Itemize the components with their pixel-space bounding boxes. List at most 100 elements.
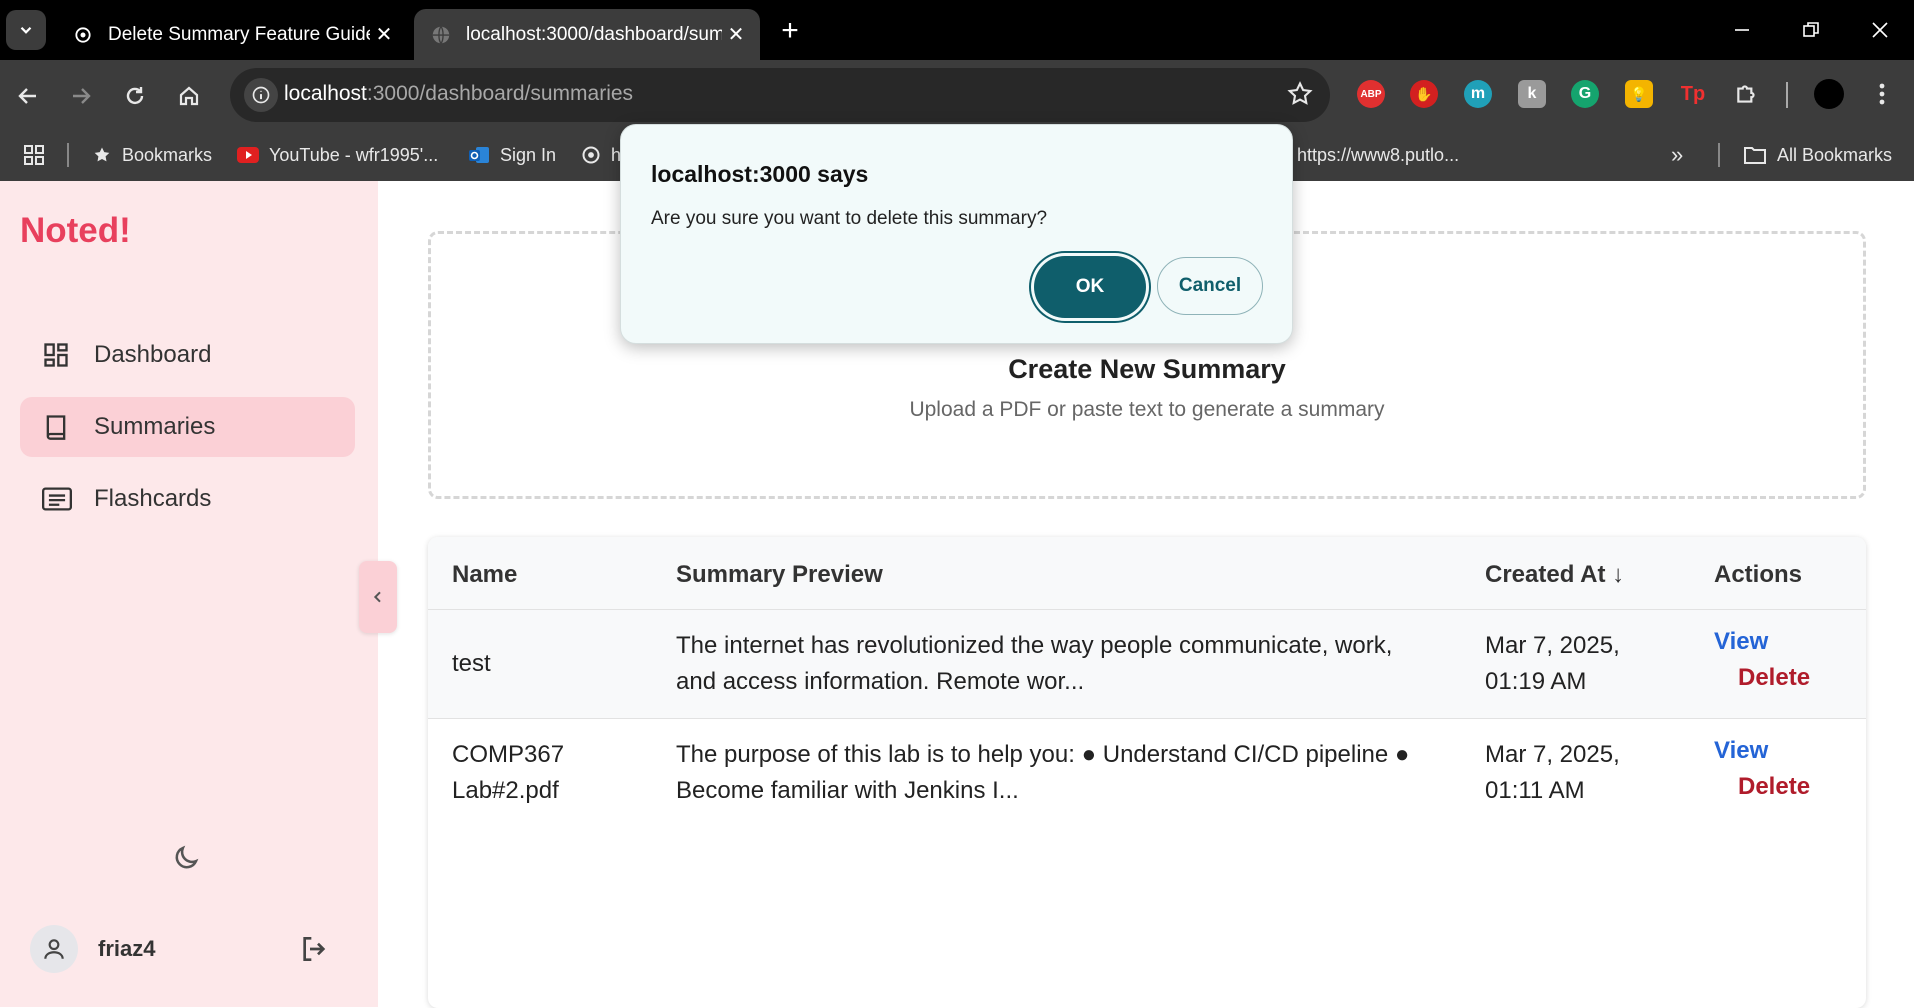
forward-button[interactable] — [63, 78, 99, 114]
sidebar-item-dashboard[interactable]: Dashboard — [20, 325, 355, 385]
view-link[interactable]: View — [1714, 737, 1768, 765]
create-summary-title: Create New Summary — [1008, 354, 1286, 384]
summary-name: test — [452, 650, 491, 677]
outlook-icon — [468, 144, 490, 166]
bookmark-youtube[interactable]: YouTube - wfr1995'... — [237, 130, 438, 180]
column-header-actions: Actions — [1714, 561, 1803, 588]
restore-button[interactable] — [1789, 8, 1833, 52]
tab-localhost-summaries[interactable]: localhost:3000/dashboard/summaries ✕ — [414, 9, 760, 60]
close-window-button[interactable] — [1858, 8, 1902, 52]
all-bookmarks-label: All Bookmarks — [1777, 144, 1893, 165]
created-at: Mar 7, 2025, 01:19 AM — [1485, 628, 1620, 700]
globe-icon — [426, 24, 456, 46]
bookmark-label: YouTube - wfr1995'... — [269, 144, 439, 165]
adblock-icon[interactable]: ABP — [1357, 80, 1385, 108]
tab-title: Delete Summary Feature Guide — [108, 23, 370, 45]
confirm-dialog: localhost:3000 says Are you sure you wan… — [620, 124, 1293, 344]
dialog-message: Are you sure you want to delete this sum… — [651, 208, 1048, 229]
m-extension-icon[interactable]: m — [1464, 80, 1492, 108]
created-date: Mar 7, 2025, — [1485, 741, 1620, 768]
browser-tab-strip: Delete Summary Feature Guide ✕ localhost… — [0, 0, 1914, 60]
sidebar-item-label: Flashcards — [94, 485, 212, 512]
reload-icon — [126, 87, 144, 105]
user-profile[interactable]: friaz4 — [30, 925, 155, 973]
more-menu-icon[interactable] — [1868, 80, 1896, 108]
summary-preview-line: and access information. Remote wor... — [676, 668, 1085, 695]
chevron-left-icon — [373, 591, 381, 603]
bookmarks-divider — [1718, 143, 1720, 167]
bookmark-putlocker[interactable]: https://www8.putlo... — [1297, 130, 1459, 180]
book-icon — [42, 413, 78, 441]
k-extension-icon[interactable]: k — [1518, 80, 1546, 108]
folder-icon — [1743, 145, 1767, 165]
minimize-button[interactable] — [1720, 8, 1764, 52]
sidebar-item-label: Summaries — [94, 413, 216, 440]
arrow-right-icon — [73, 88, 91, 104]
close-tab-icon[interactable]: ✕ — [370, 21, 398, 49]
youtube-icon — [237, 147, 259, 163]
sidebar-item-flashcards[interactable]: Flashcards — [20, 469, 355, 529]
grammarly-icon[interactable]: G — [1571, 80, 1599, 108]
app-logo[interactable]: Noted! — [20, 211, 131, 251]
chevron-down-icon — [20, 26, 32, 34]
collapse-sidebar-button[interactable] — [359, 561, 397, 633]
bookmarks-overflow-icon[interactable]: » — [1671, 130, 1683, 180]
back-button[interactable] — [10, 78, 46, 114]
sidebar-item-summaries[interactable]: Summaries — [20, 397, 355, 457]
home-button[interactable] — [171, 78, 207, 114]
ok-button[interactable]: OK — [1034, 256, 1146, 318]
reload-button[interactable] — [117, 78, 153, 114]
bookmark-star-icon[interactable] — [1286, 80, 1314, 108]
home-icon — [179, 86, 199, 106]
summary-preview: The purpose of this lab is to help you: … — [676, 737, 1409, 809]
all-bookmarks[interactable]: All Bookmarks — [1743, 130, 1892, 180]
address-bar[interactable]: localhost:3000/dashboard/summaries — [230, 68, 1330, 122]
arrow-left-icon — [18, 88, 36, 104]
dashboard-icon — [42, 341, 78, 369]
summary-name: COMP367 Lab#2.pdf — [452, 737, 564, 809]
delete-link[interactable]: Delete — [1738, 773, 1810, 801]
bookmark-label: https://www8.putlo... — [1297, 144, 1460, 165]
delete-link[interactable]: Delete — [1738, 664, 1810, 692]
tp-extension-icon[interactable]: Tp — [1679, 80, 1707, 108]
minimize-icon — [1735, 29, 1749, 31]
summary-name-line: Lab#2.pdf — [452, 777, 559, 804]
toolbar-divider — [1786, 82, 1788, 108]
dialog-title: localhost:3000 says — [651, 161, 869, 187]
column-header-summary-preview[interactable]: Summary Preview — [676, 561, 883, 589]
profile-avatar[interactable] — [1814, 79, 1844, 109]
star-icon — [92, 145, 112, 165]
extensions-puzzle-icon[interactable] — [1733, 80, 1761, 108]
bookmark-label: Sign In — [500, 144, 557, 165]
apps-grid-icon[interactable] — [22, 130, 46, 180]
new-tab-button[interactable]: + — [772, 13, 808, 49]
close-icon — [1872, 22, 1888, 38]
created-date: Mar 7, 2025, — [1485, 632, 1620, 659]
openai-icon — [581, 145, 601, 165]
tab-delete-summary-guide[interactable]: Delete Summary Feature Guide ✕ — [56, 9, 408, 60]
url-text: localhost:3000/dashboard/summaries — [284, 82, 633, 106]
close-tab-icon[interactable]: ✕ — [722, 21, 750, 49]
idea-extension-icon[interactable]: 💡 — [1625, 80, 1653, 108]
url-path: :3000/dashboard/summaries — [366, 82, 634, 105]
create-summary-subtitle: Upload a PDF or paste text to generate a… — [909, 398, 1385, 421]
site-info-icon[interactable] — [244, 78, 278, 112]
logout-icon[interactable] — [298, 933, 330, 965]
table-header: Name Summary Preview Created At ↓ Action… — [428, 537, 1866, 610]
bookmarks-divider — [67, 143, 69, 167]
moon-icon[interactable] — [171, 843, 201, 873]
bookmark-openai[interactable]: h — [581, 130, 621, 180]
avatar — [30, 925, 78, 973]
column-header-name[interactable]: Name — [452, 561, 517, 589]
bookmark-bookmarks[interactable]: Bookmarks — [92, 130, 212, 180]
column-header-created-at[interactable]: Created At ↓ — [1485, 561, 1624, 589]
tab-search-button[interactable] — [6, 10, 46, 50]
summary-preview: The internet has revolutionized the way … — [676, 628, 1392, 700]
stop-hand-icon[interactable]: ✋ — [1410, 80, 1438, 108]
table-row: COMP367 Lab#2.pdf The purpose of this la… — [428, 719, 1866, 828]
created-at: Mar 7, 2025, 01:11 AM — [1485, 737, 1620, 809]
cancel-button[interactable]: Cancel — [1157, 257, 1263, 315]
view-link[interactable]: View — [1714, 628, 1768, 656]
table-row: test The internet has revolutionized the… — [428, 610, 1866, 719]
bookmark-sign-in[interactable]: Sign In — [468, 130, 556, 180]
